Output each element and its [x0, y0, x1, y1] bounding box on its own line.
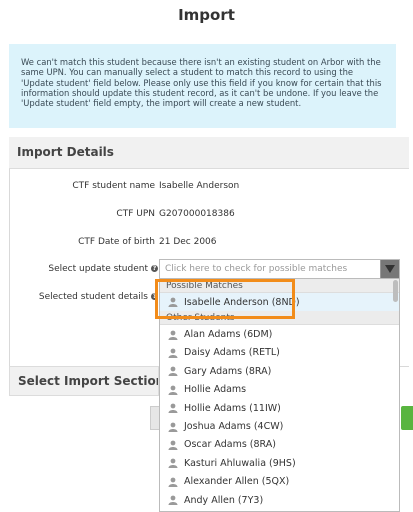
info-message: We can't match this student because ther… [9, 44, 396, 128]
option-label: Alexander Allen (5QX) [184, 476, 290, 488]
person-icon [168, 385, 178, 395]
ctf-upn-label: CTF UPN [116, 209, 155, 219]
person-icon [168, 330, 178, 340]
student-dropdown-list[interactable]: Possible Matches Isabelle Anderson (8ND)… [159, 279, 400, 512]
option-label: Daisy Adams (RETL) [184, 347, 280, 359]
person-icon [168, 422, 178, 432]
ctf-student-name-label: CTF student name [72, 181, 155, 191]
option-label: Hollie Adams (11IW) [184, 402, 281, 414]
option-label: Joshua Adams (4CW) [184, 421, 284, 433]
dropdown-option[interactable]: Gary Adams (8RA) [160, 362, 399, 380]
person-icon [168, 440, 178, 450]
chevron-down-icon [385, 265, 395, 273]
dropdown-option[interactable]: Isabelle Anderson (8ND) [160, 293, 399, 312]
update-student-select[interactable]: Click here to check for possible matches [159, 259, 400, 279]
selected-student-details-text: Selected student details [38, 292, 148, 302]
person-icon [168, 458, 178, 469]
option-label: Hollie Adams [184, 384, 247, 396]
select-update-student-label: Select update student? [48, 264, 158, 274]
dropdown-option[interactable]: Andy Allen (7Y3) [160, 491, 399, 509]
option-label: Gary Adams (8RA) [184, 365, 272, 377]
ctf-upn-value: G207000018386 [159, 209, 235, 219]
select-placeholder: Click here to check for possible matches [165, 264, 348, 274]
dropdown-option[interactable]: Daisy Adams (RETL) [160, 344, 399, 362]
import-details-heading: Import Details [9, 137, 409, 169]
option-label: Kasturi Ahluwalia (9HS) [184, 457, 296, 469]
ctf-dob-label: CTF Date of birth [78, 237, 155, 247]
dropdown-option[interactable]: Oscar Adams (8RA) [160, 436, 399, 454]
primary-button[interactable] [401, 406, 413, 430]
help-icon[interactable]: ? [151, 265, 158, 272]
possible-matches-group-label: Possible Matches [160, 279, 399, 293]
option-label: Isabelle Anderson (8ND) [184, 296, 300, 308]
person-icon [168, 403, 178, 414]
person-icon [168, 495, 178, 506]
help-icon[interactable]: ? [151, 293, 158, 300]
page-title: Import [178, 6, 235, 24]
ctf-dob-value: 21 Dec 2006 [159, 237, 217, 247]
option-label: Alan Adams (6DM) [184, 329, 273, 341]
option-label: Oscar Adams (8RA) [184, 439, 276, 451]
dropdown-scrollbar[interactable] [393, 280, 398, 302]
person-icon [168, 297, 178, 308]
dropdown-option[interactable]: Hollie Adams (11IW) [160, 399, 399, 417]
person-icon [168, 348, 178, 358]
dropdown-option[interactable]: Hollie Adams [160, 381, 399, 399]
dropdown-toggle[interactable] [380, 260, 399, 278]
dropdown-option[interactable]: Joshua Adams (4CW) [160, 417, 399, 435]
ctf-student-name-value: Isabelle Anderson [159, 181, 240, 191]
person-icon [168, 366, 178, 377]
other-students-group-label: Other Students [160, 311, 399, 326]
person-icon [168, 477, 178, 487]
dropdown-option[interactable]: Kasturi Ahluwalia (9HS) [160, 454, 399, 472]
select-import-sections-heading: Select Import Sections [9, 366, 159, 396]
dropdown-option[interactable]: Alan Adams (6DM) [160, 325, 399, 343]
dropdown-option[interactable]: Alexander Allen (5QX) [160, 473, 399, 491]
option-label: Andy Allen (7Y3) [184, 494, 264, 506]
selected-student-details-label: Selected student details? [39, 292, 158, 302]
select-update-student-text: Select update student [48, 264, 148, 274]
